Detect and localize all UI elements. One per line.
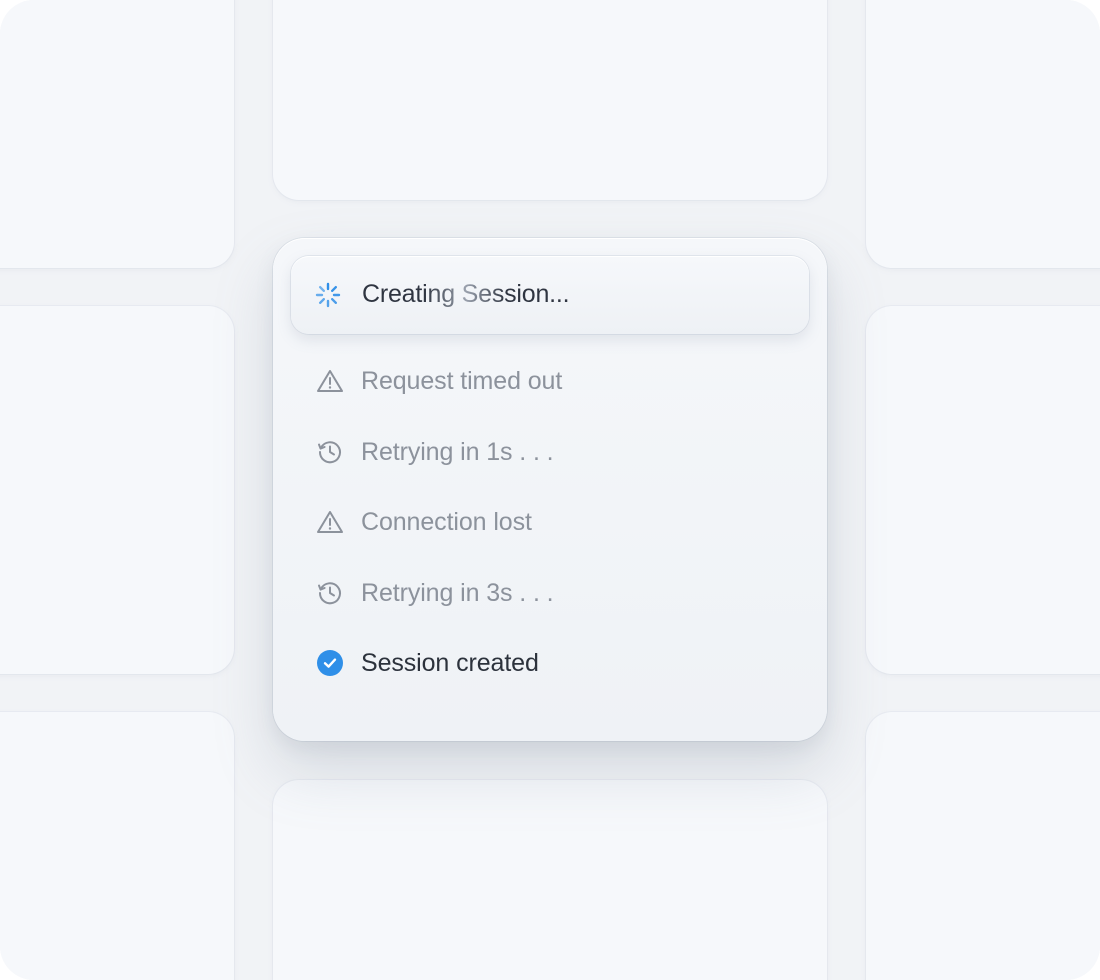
spinner-icon: [315, 282, 341, 308]
event-label: Session created: [361, 648, 539, 677]
warning-icon: [315, 366, 345, 396]
background-tile: [0, 306, 234, 674]
event-row-session-created: Session created: [315, 643, 539, 683]
background-tile: [866, 0, 1100, 268]
background-tile: [0, 712, 234, 980]
background-frame: Creating Session... Request timed out Re…: [0, 0, 1100, 980]
event-row-connection-lost: Connection lost: [315, 502, 532, 542]
check-circle-icon: [315, 648, 345, 678]
event-row-retrying-1s: Retrying in 1s . . .: [315, 432, 554, 472]
background-tile: [273, 780, 827, 980]
session-status-title: Creating Session...: [362, 280, 570, 308]
history-icon: [315, 437, 345, 467]
warning-icon: [315, 507, 345, 537]
background-tile: [273, 0, 827, 200]
background-tile: [866, 712, 1100, 980]
background-tile: [0, 0, 234, 268]
session-status-header: Creating Session...: [291, 256, 809, 334]
event-label: Request timed out: [361, 366, 563, 395]
background-tile: [866, 306, 1100, 674]
history-icon: [315, 578, 345, 608]
event-label: Connection lost: [361, 507, 532, 536]
event-row-request-timed-out: Request timed out: [315, 361, 562, 401]
event-label: Retrying in 1s . . .: [361, 437, 554, 466]
session-status-card: Creating Session... Request timed out Re…: [273, 238, 827, 741]
event-label: Retrying in 3s . . .: [361, 578, 554, 607]
event-row-retrying-3s: Retrying in 3s . . .: [315, 573, 554, 613]
